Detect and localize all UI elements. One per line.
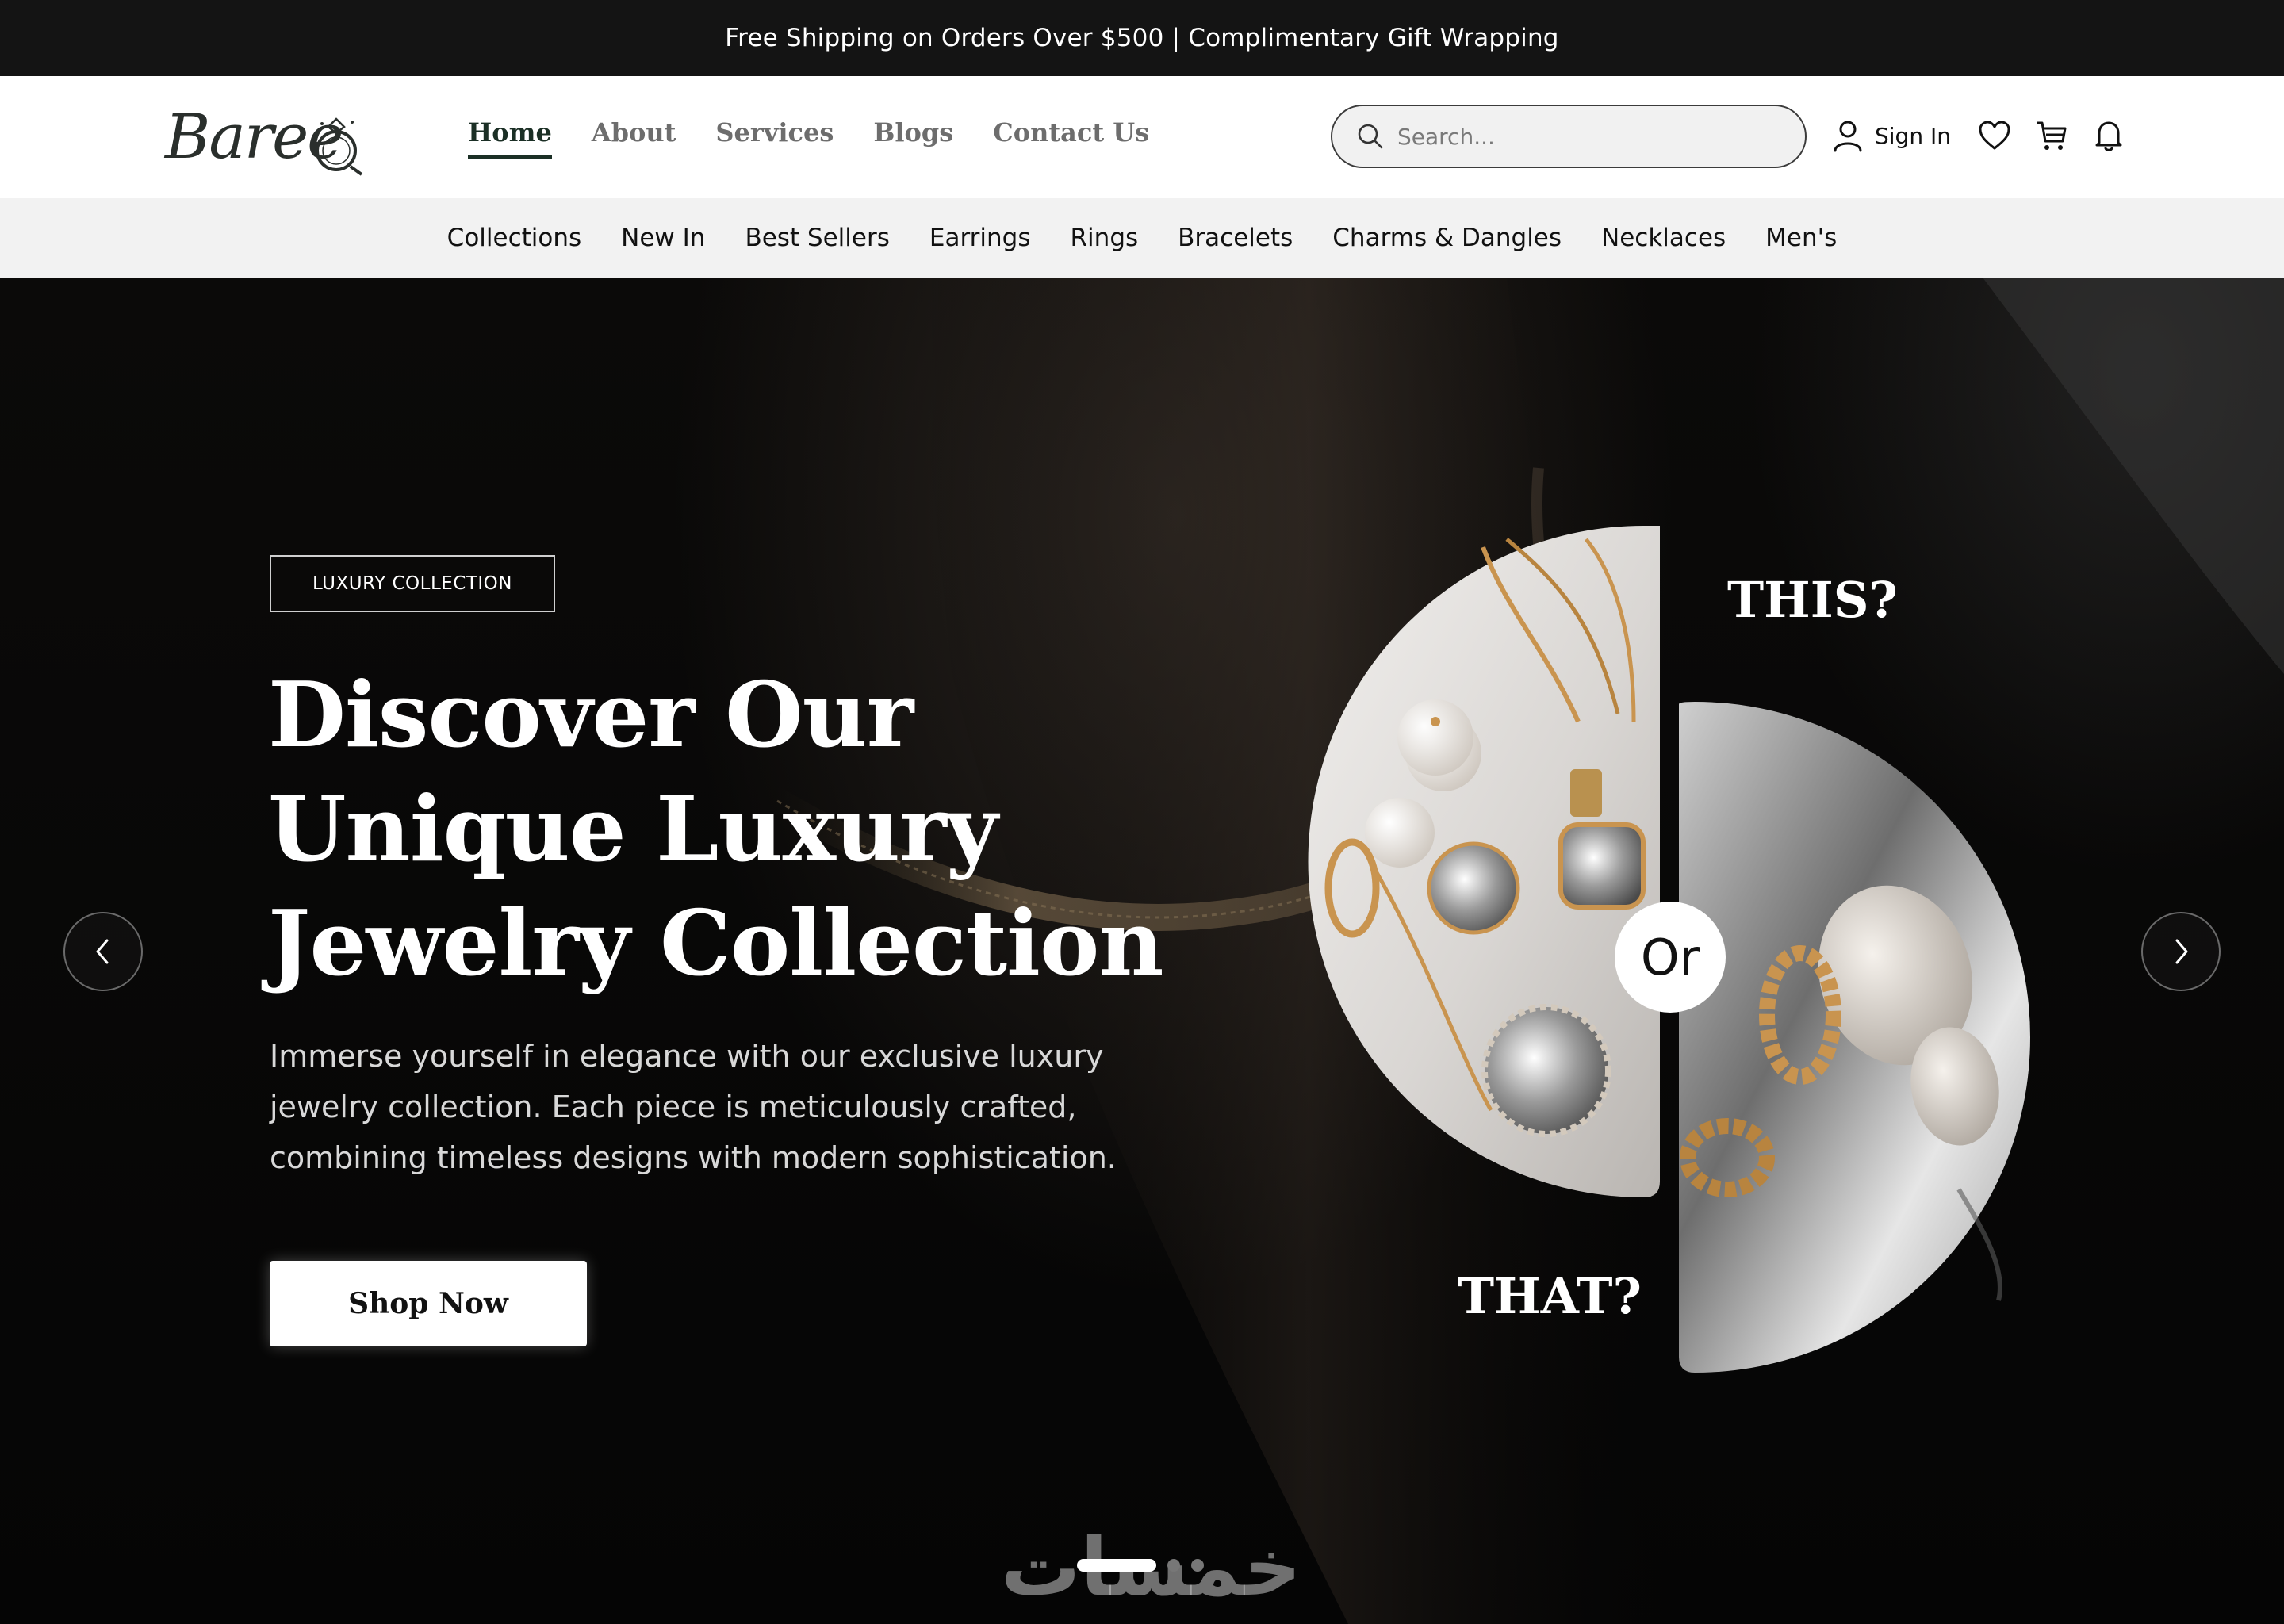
or-badge: Or	[1615, 902, 1726, 1013]
this-label: THIS?	[1727, 571, 1898, 629]
sign-in-label: Sign In	[1875, 122, 1951, 149]
category-earrings[interactable]: Earrings	[929, 224, 1031, 252]
wishlist-button[interactable]	[1975, 116, 2014, 155]
slide-dot-active[interactable]	[1077, 1559, 1156, 1572]
slide-dot[interactable]	[1191, 1559, 1204, 1572]
hero-banner: LUXURY COLLECTION Discover Our Unique Lu…	[0, 278, 2284, 1624]
nav-item-home[interactable]: Home	[468, 117, 552, 159]
nav-item-about[interactable]: About	[592, 117, 676, 159]
category-new-in[interactable]: New In	[621, 224, 705, 252]
nav-item-contact-us[interactable]: Contact Us	[993, 117, 1149, 159]
main-nav: Home About Services Blogs Contact Us	[468, 117, 1149, 159]
nav-item-services[interactable]: Services	[715, 117, 834, 159]
category-collections[interactable]: Collections	[447, 224, 582, 252]
category-mens[interactable]: Men's	[1765, 224, 1837, 252]
category-necklaces[interactable]: Necklaces	[1601, 224, 1726, 252]
category-nav: Collections New In Best Sellers Earrings…	[0, 198, 2284, 278]
that-label: THAT?	[1458, 1267, 1642, 1325]
slider-pagination	[1077, 1559, 1204, 1572]
site-header: Baree Home About Services Blogs Contact …	[0, 76, 2284, 198]
search-input[interactable]	[1396, 122, 1776, 151]
slide-dot[interactable]	[1167, 1559, 1180, 1572]
category-charms-dangles[interactable]: Charms & Dangles	[1332, 224, 1562, 252]
category-rings[interactable]: Rings	[1071, 224, 1139, 252]
sign-in-button[interactable]: Sign In	[1832, 119, 1951, 152]
bell-icon	[2095, 121, 2122, 151]
search-box[interactable]	[1331, 105, 1807, 168]
announcement-bar: Free Shipping on Orders Over $500 | Comp…	[0, 0, 2284, 76]
notifications-button[interactable]	[2089, 116, 2129, 155]
comparison-images	[1308, 526, 2030, 1373]
ring-icon	[316, 117, 363, 176]
cart-button[interactable]	[2032, 116, 2071, 155]
this-jewelry-image	[1308, 526, 1660, 1197]
category-bracelets[interactable]: Bracelets	[1178, 224, 1293, 252]
search-icon	[1358, 124, 1383, 149]
nav-item-blogs[interactable]: Blogs	[873, 117, 953, 159]
category-best-sellers[interactable]: Best Sellers	[745, 224, 889, 252]
brand-logo[interactable]: Baree	[165, 100, 371, 176]
announcement-text: Free Shipping on Orders Over $500 | Comp…	[725, 24, 1559, 52]
comparison-graphic: THIS? Or THAT?	[0, 278, 2284, 1624]
heart-icon	[1979, 121, 2010, 150]
cart-icon	[2037, 121, 2067, 150]
that-jewelry-image	[1679, 702, 2030, 1373]
user-icon	[1834, 121, 1862, 152]
